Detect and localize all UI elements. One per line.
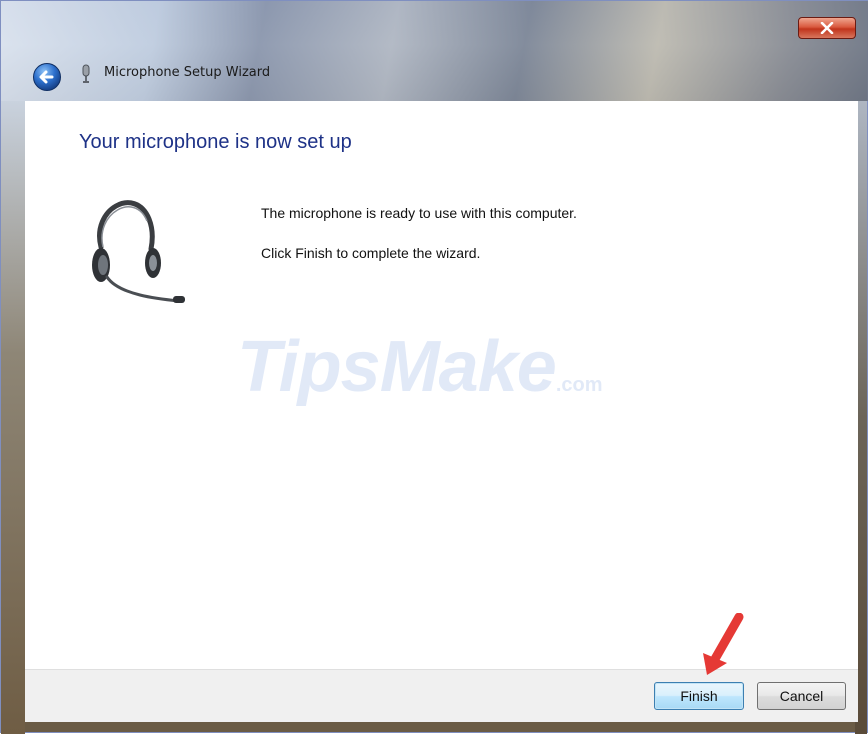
- close-button[interactable]: [798, 17, 856, 39]
- cancel-button[interactable]: Cancel: [757, 682, 846, 710]
- back-arrow-icon[interactable]: [32, 62, 62, 92]
- watermark-suffix: .com: [555, 374, 603, 396]
- ready-message: The microphone is ready to use with this…: [261, 205, 577, 221]
- finish-button[interactable]: Finish: [654, 682, 744, 710]
- page-heading: Your microphone is now set up: [79, 131, 352, 153]
- window-frame: Microphone Setup Wizard Your microphone …: [0, 0, 868, 734]
- finish-instruction: Click Finish to complete the wizard.: [261, 245, 481, 261]
- window-title: Microphone Setup Wizard: [104, 65, 271, 80]
- watermark: TipsMake.com: [237, 326, 603, 408]
- window-border-left: [1, 101, 25, 734]
- watermark-brand: TipsMake: [237, 327, 557, 407]
- close-icon: [820, 22, 834, 34]
- headset-icon: [92, 200, 185, 303]
- microphone-icon: [82, 64, 90, 83]
- red-arrow-icon: [703, 613, 744, 675]
- title-bar-glass: [1, 1, 868, 101]
